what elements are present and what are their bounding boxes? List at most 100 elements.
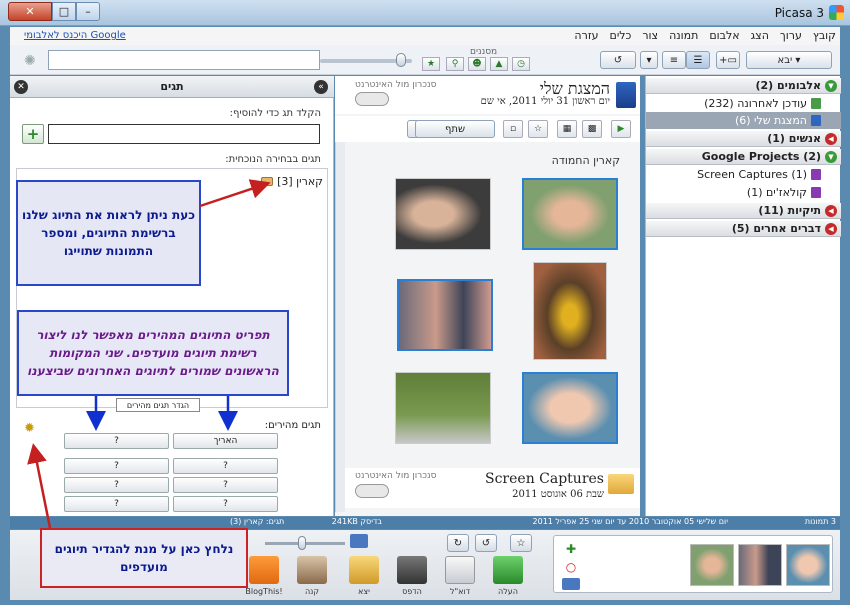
menu-file[interactable]: קובץ <box>813 29 836 42</box>
callout-quick-tags-explanation: תפריט התיוגים המהירים מאפשר לנו ליצור רש… <box>17 310 289 396</box>
menu-create[interactable]: צור <box>642 29 658 42</box>
menu-edit[interactable]: ערוך <box>780 29 802 42</box>
menu-view[interactable]: הצג <box>751 29 769 42</box>
tag-icon <box>261 177 274 186</box>
quick-tag-button[interactable]: ? <box>64 477 169 493</box>
clear-tray-icon[interactable]: ○ <box>562 560 580 574</box>
star-photo-icon[interactable]: ☆ <box>510 534 532 552</box>
tags-header: תגים ✕ « <box>10 76 334 98</box>
tree-group-google-projects[interactable]: Google Projects (2) ▼ <box>646 149 841 165</box>
quick-tag-button[interactable]: ? <box>64 458 169 474</box>
quick-tag-button[interactable]: ? <box>173 477 278 493</box>
minimize-button[interactable]: – <box>76 2 100 21</box>
tree-group-albums[interactable]: אלבומים (2) ▼ <box>646 78 841 94</box>
filter-pin-icon[interactable]: ⚲ <box>446 57 464 71</box>
photo-thumbnail[interactable] <box>533 262 607 360</box>
add-to-album-icon[interactable] <box>562 578 580 590</box>
tray-thumbnail[interactable] <box>690 544 734 586</box>
print-action[interactable]: הדפס <box>392 556 432 596</box>
menu-album[interactable]: אלבום <box>709 29 739 42</box>
sync-toggle[interactable] <box>355 484 389 498</box>
photo-thumbnail-selected[interactable] <box>522 178 618 250</box>
tray-thumbnail[interactable] <box>786 544 830 586</box>
tree-group-label: אלבומים (2) <box>755 79 821 92</box>
shop-icon <box>297 556 327 584</box>
gear-icon[interactable]: ✹ <box>24 421 38 436</box>
album-icon <box>811 98 821 109</box>
rotate-view-icon[interactable]: ↺ <box>600 51 636 69</box>
tree-item-label: Screen Captures (1) <box>697 168 807 181</box>
star-icon[interactable]: ☆ <box>528 120 548 138</box>
rotate-right-icon[interactable]: ↺ <box>475 534 497 552</box>
menu-help[interactable]: עזרה <box>574 29 598 42</box>
sync-toggle[interactable] <box>355 92 389 106</box>
tree-group-folders[interactable]: תיקיות (11) ◀ <box>646 203 841 219</box>
import-dropdown-icon: ▾ <box>795 54 801 66</box>
tree-item-label: קולאז'ים (1) <box>746 186 807 199</box>
vertical-scrollbar[interactable] <box>335 142 345 512</box>
quick-tag-button[interactable]: ? <box>64 433 169 449</box>
list-view-icon[interactable]: ≡ <box>662 51 686 69</box>
save-icon[interactable]: ▫ <box>503 120 523 138</box>
rotate-left-icon[interactable]: ↻ <box>447 534 469 552</box>
view-dropdown-icon[interactable]: ▾ <box>640 51 658 69</box>
filter-slider-knob[interactable] <box>396 53 406 67</box>
play-slideshow-icon[interactable]: ▶ <box>611 120 631 138</box>
search-input[interactable] <box>48 50 320 70</box>
collapsed-icon[interactable]: ◀ <box>825 132 837 145</box>
tree-view-icon[interactable]: ☰ <box>686 51 710 69</box>
expanded-icon[interactable]: ▼ <box>825 79 837 92</box>
tree-item-my-show[interactable]: המצגת שלי (6) <box>646 112 841 129</box>
photo-zoom-icon[interactable] <box>350 534 368 548</box>
expanded-icon[interactable]: ▼ <box>825 150 837 163</box>
tree-group-people[interactable]: אנשים (1) ◀ <box>646 131 841 147</box>
tree-item-collages[interactable]: קולאז'ים (1) <box>646 184 841 201</box>
import-button[interactable]: יבא ▾ <box>746 51 832 69</box>
menu-picture[interactable]: תמונה <box>669 29 698 42</box>
movie-icon[interactable]: ▩ <box>582 120 602 138</box>
add-tag-button[interactable]: + <box>22 124 44 144</box>
add-tag-input[interactable] <box>48 124 320 144</box>
email-label: דוא"ל <box>449 587 471 596</box>
upload-action[interactable]: העלה <box>488 556 528 596</box>
tag-entry[interactable]: קארין [3] <box>261 175 323 188</box>
tree-group-other[interactable]: דברים אחרים (5) ◀ <box>646 221 841 237</box>
filter-clock-icon[interactable]: ◷ <box>512 57 530 71</box>
hold-pin-icon[interactable]: ✚ <box>562 542 580 556</box>
photo-thumbnail-selected[interactable] <box>522 372 618 444</box>
photo-thumbnail-selected[interactable] <box>397 279 493 351</box>
add-album-icon[interactable]: +▭ <box>716 51 740 69</box>
collage-icon[interactable]: ▦ <box>557 120 577 138</box>
email-icon <box>445 556 475 584</box>
photo-thumbnail[interactable] <box>395 372 491 444</box>
tree-item-recent[interactable]: עודכן לאחרונה (232) <box>646 95 841 112</box>
tray-thumbnail[interactable] <box>738 544 782 586</box>
collapsed-icon[interactable]: ◀ <box>825 222 837 235</box>
google-sign-in-link[interactable]: היכנס לאלבומי Google <box>24 30 126 41</box>
photo-thumbnail[interactable] <box>395 178 491 250</box>
collapsed-icon[interactable]: ◀ <box>825 204 837 217</box>
quick-tag-button[interactable]: ? <box>173 458 278 474</box>
title-bar: ✕ □ – Picasa 3 <box>0 0 850 26</box>
menu-tools[interactable]: כלים <box>610 29 632 42</box>
close-tags-icon[interactable]: ✕ <box>14 80 28 94</box>
add-tag-label: הקלד תג כדי להוסיף: <box>229 108 321 119</box>
email-action[interactable]: דוא"ל <box>440 556 480 596</box>
quick-tag-button[interactable]: ? <box>173 496 278 512</box>
share-button[interactable]: שתף <box>415 120 495 138</box>
blogthis-action[interactable]: BlogThis! <box>244 556 284 596</box>
collapse-tags-icon[interactable]: « <box>314 80 328 94</box>
maximize-button[interactable]: □ <box>52 2 76 21</box>
close-button[interactable]: ✕ <box>8 2 52 21</box>
quick-tag-button[interactable]: האריך <box>173 433 278 449</box>
filter-up-icon[interactable]: ▲ <box>490 57 508 71</box>
zoom-slider-knob[interactable] <box>298 536 306 550</box>
filter-person-icon[interactable]: ☻ <box>468 57 486 71</box>
tree-item-screen-captures[interactable]: Screen Captures (1) <box>646 166 841 183</box>
section-label: קארין החמודה <box>551 154 620 167</box>
export-action[interactable]: יצא <box>344 556 384 596</box>
filter-star-icon[interactable]: ★ <box>422 57 440 71</box>
album-header: המצגת שלי יום ראשון 31 יולי 2011, אי שם … <box>335 76 640 114</box>
quick-tag-button[interactable]: ? <box>64 496 169 512</box>
shop-action[interactable]: קנה <box>292 556 332 596</box>
